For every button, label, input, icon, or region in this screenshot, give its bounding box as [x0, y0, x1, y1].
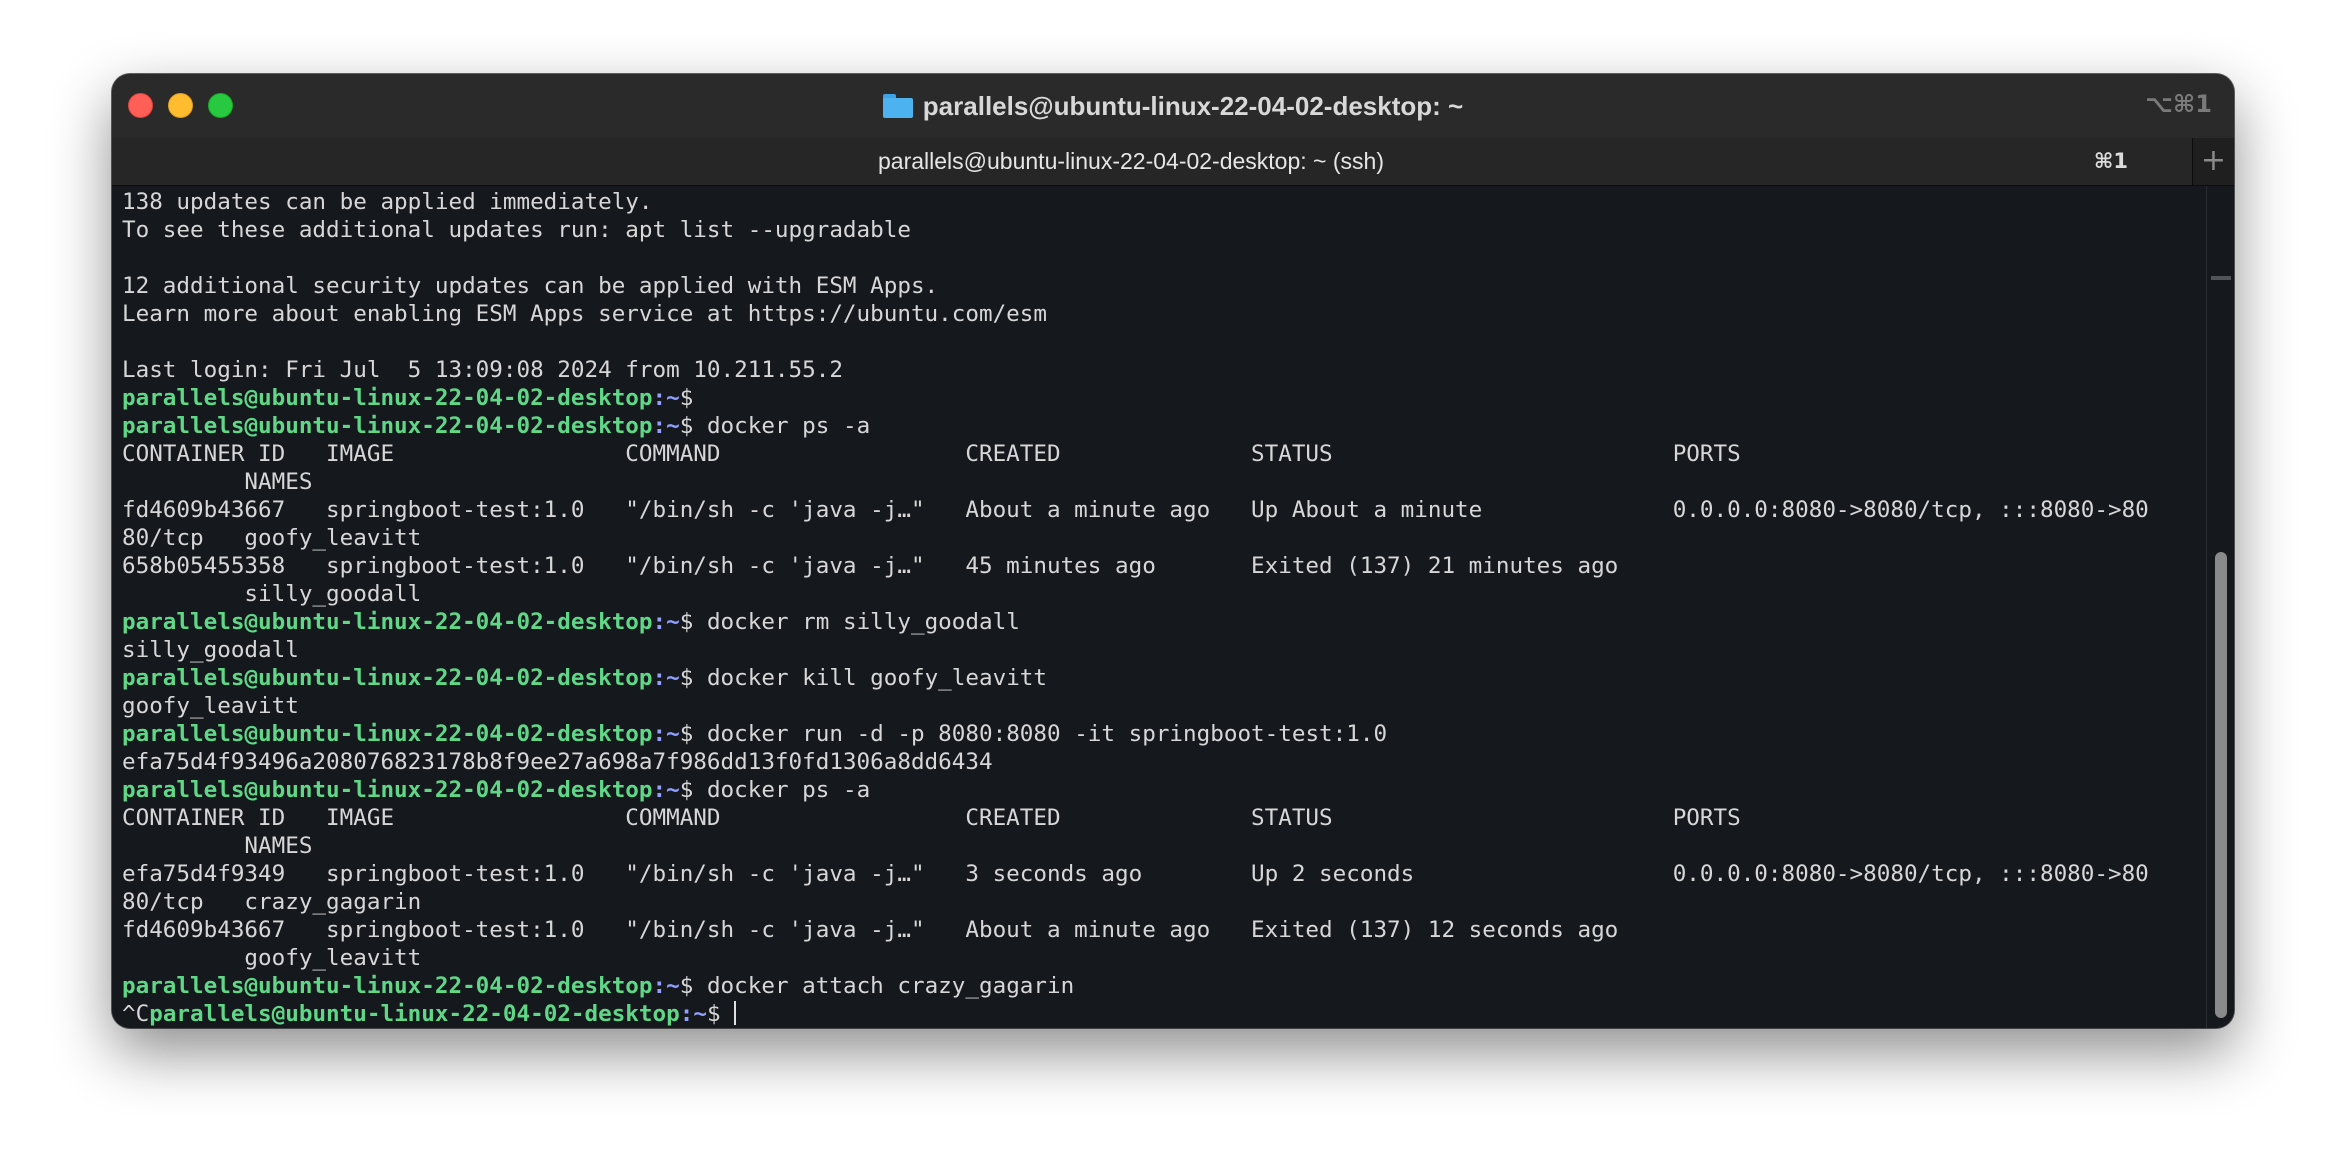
output-line: silly_goodall: [122, 637, 299, 663]
output-line: efa75d4f9349 springboot-test:1.0 "/bin/s…: [122, 861, 2149, 887]
prompt-line: ^Cparallels@ubuntu-linux-22-04-02-deskto…: [122, 1000, 2149, 1028]
prompt-path: :~: [652, 665, 680, 691]
output-line: NAMES: [122, 469, 313, 495]
prompt-user-host: parallels@ubuntu-linux-22-04-02-desktop: [149, 1001, 680, 1027]
command-text: $: [679, 385, 707, 411]
command-text: $: [706, 1001, 735, 1027]
terminal-lines: 138 updates can be applied immediately. T…: [122, 188, 2149, 1028]
window-title: parallels@ubuntu-linux-22-04-02-desktop:…: [112, 88, 2234, 124]
terminal-output[interactable]: 138 updates can be applied immediately. T…: [112, 186, 2206, 1028]
interrupt-text: ^C: [122, 1001, 150, 1027]
prompt-user-host: parallels@ubuntu-linux-22-04-02-desktop: [122, 665, 653, 691]
folder-icon: [882, 94, 913, 118]
output-line: fd4609b43667 springboot-test:1.0 "/bin/s…: [122, 917, 1619, 943]
output-line: 12 additional security updates can be ap…: [122, 273, 939, 299]
prompt-line: parallels@ubuntu-linux-22-04-02-desktop:…: [122, 412, 2149, 440]
output-line: 138 updates can be applied immediately.: [122, 189, 653, 215]
output-line: 658b05455358 springboot-test:1.0 "/bin/s…: [122, 553, 1619, 579]
prompt-path: :~: [652, 973, 680, 999]
prompt-line: parallels@ubuntu-linux-22-04-02-desktop:…: [122, 972, 2149, 1000]
output-line: Learn more about enabling ESM Apps servi…: [122, 301, 1047, 327]
window-shortcut: ⌥⌘1: [2145, 90, 2212, 118]
command-text: $ docker run -d -p 8080:8080 -it springb…: [679, 721, 1388, 747]
tab-ssh-session[interactable]: parallels@ubuntu-linux-22-04-02-desktop:…: [112, 138, 2192, 185]
output-line: fd4609b43667 springboot-test:1.0 "/bin/s…: [122, 497, 2149, 523]
prompt-user-host: parallels@ubuntu-linux-22-04-02-desktop: [122, 721, 653, 747]
prompt-path: :~: [652, 413, 680, 439]
output-line: efa75d4f93496a208076823178b8f9ee27a698a7…: [122, 749, 993, 775]
terminal-window: parallels@ubuntu-linux-22-04-02-desktop:…: [112, 74, 2234, 1028]
new-tab-button[interactable]: +: [2192, 138, 2234, 185]
output-line: 80/tcp crazy_gagarin: [122, 889, 422, 915]
prompt-line: parallels@ubuntu-linux-22-04-02-desktop:…: [122, 720, 2149, 748]
title-bar[interactable]: parallels@ubuntu-linux-22-04-02-desktop:…: [112, 74, 2234, 138]
prompt-user-host: parallels@ubuntu-linux-22-04-02-desktop: [122, 413, 653, 439]
output-line: goofy_leavitt: [122, 945, 422, 971]
prompt-user-host: parallels@ubuntu-linux-22-04-02-desktop: [122, 609, 653, 635]
prompt-path: :~: [652, 385, 680, 411]
prompt-line: parallels@ubuntu-linux-22-04-02-desktop:…: [122, 776, 2149, 804]
command-text: $ docker attach crazy_gagarin: [679, 973, 1075, 999]
window-title-text: parallels@ubuntu-linux-22-04-02-desktop:…: [922, 90, 1464, 121]
prompt-line: parallels@ubuntu-linux-22-04-02-desktop:…: [122, 608, 2149, 636]
tab-shortcut: ⌘1: [2093, 149, 2128, 173]
prompt-path: :~: [679, 1001, 707, 1027]
tab-label: parallels@ubuntu-linux-22-04-02-desktop:…: [878, 148, 1384, 174]
command-text: $ docker ps -a: [679, 777, 871, 803]
output-line: silly_goodall: [122, 581, 422, 607]
prompt-line: parallels@ubuntu-linux-22-04-02-desktop:…: [122, 664, 2149, 692]
scrollbar-marker: [2211, 276, 2231, 280]
output-line: NAMES: [122, 833, 313, 859]
scrollbar[interactable]: [2206, 186, 2234, 1028]
output-line: CONTAINER ID IMAGE COMMAND CREATED STATU…: [122, 805, 1741, 831]
output-line: CONTAINER ID IMAGE COMMAND CREATED STATU…: [122, 441, 1741, 467]
command-text: $ docker kill goofy_leavitt: [679, 665, 1048, 691]
output-line: 80/tcp goofy_leavitt: [122, 525, 422, 551]
command-text: $ docker rm silly_goodall: [679, 609, 1020, 635]
prompt-path: :~: [652, 777, 680, 803]
command-text: $ docker ps -a: [679, 413, 871, 439]
text-cursor: [734, 1001, 737, 1025]
prompt-path: :~: [652, 721, 680, 747]
prompt-path: :~: [652, 609, 680, 635]
output-line: goofy_leavitt: [122, 693, 299, 719]
output-line: Last login: Fri Jul 5 13:09:08 2024 from…: [122, 357, 843, 383]
prompt-user-host: parallels@ubuntu-linux-22-04-02-desktop: [122, 385, 653, 411]
prompt-user-host: parallels@ubuntu-linux-22-04-02-desktop: [122, 973, 653, 999]
scrollbar-thumb[interactable]: [2215, 552, 2227, 1018]
output-line: To see these additional updates run: apt…: [122, 217, 911, 243]
prompt-line: parallels@ubuntu-linux-22-04-02-desktop:…: [122, 384, 2149, 412]
tab-bar: parallels@ubuntu-linux-22-04-02-desktop:…: [112, 138, 2234, 186]
prompt-user-host: parallels@ubuntu-linux-22-04-02-desktop: [122, 777, 653, 803]
